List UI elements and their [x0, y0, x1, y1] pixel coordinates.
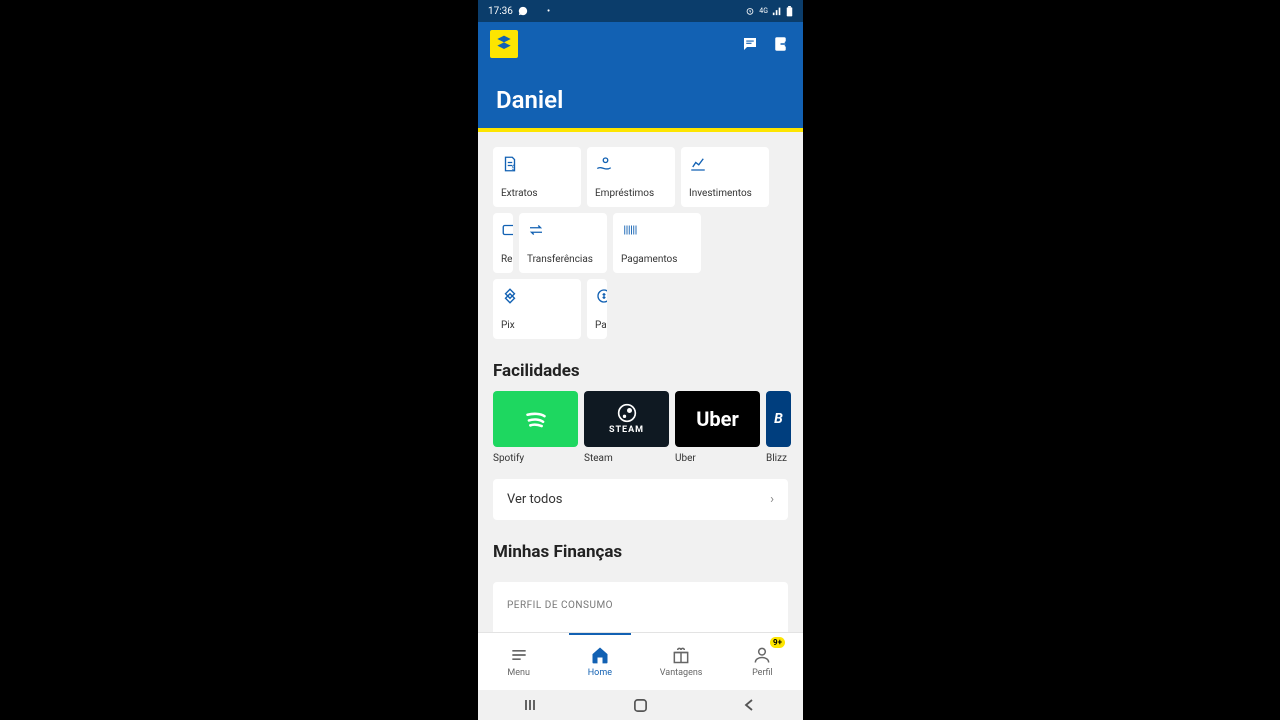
- phone-frame: 17:36 • 4G Daniel $: [478, 0, 803, 720]
- document-icon: $: [501, 155, 519, 173]
- action-label: Pa: [595, 320, 607, 331]
- financas-title: Minhas Finanças: [478, 520, 803, 572]
- status-time: 17:36: [488, 6, 513, 17]
- nav-label: Vantagens: [660, 668, 703, 678]
- steam-logo: STEAM: [584, 391, 669, 447]
- action-pagamentos[interactable]: Pagamentos: [613, 213, 701, 273]
- action-label: Empréstimos: [595, 188, 667, 199]
- bb-logo[interactable]: [490, 30, 518, 58]
- chart-line-icon: [689, 155, 707, 173]
- facilidade-spotify[interactable]: Spotify: [493, 391, 578, 464]
- perfil-consumo-card[interactable]: PERFIL DE CONSUMO: [493, 582, 788, 632]
- main-content: $ Extratos Empréstimos Investimentos Re …: [478, 132, 803, 632]
- download-icon: [533, 7, 542, 16]
- profile-icon: [752, 645, 772, 665]
- notification-badge: 9+: [770, 637, 785, 648]
- action-pacote[interactable]: Pa: [587, 279, 607, 339]
- facilidade-steam[interactable]: STEAM Steam: [584, 391, 669, 464]
- facilidade-uber[interactable]: Uber Uber: [675, 391, 760, 464]
- facilidade-label: Uber: [675, 453, 760, 464]
- network-icon: 4G: [759, 7, 768, 15]
- recents-button[interactable]: [523, 696, 541, 714]
- facilidade-label: Blizz: [766, 453, 791, 464]
- action-label: Pix: [501, 320, 573, 331]
- action-extratos[interactable]: $ Extratos: [493, 147, 581, 207]
- username-label: Daniel: [490, 86, 791, 114]
- back-button[interactable]: [740, 696, 758, 714]
- home-button[interactable]: [631, 696, 649, 714]
- action-label: Investimentos: [689, 188, 761, 199]
- status-dot: •: [547, 6, 550, 17]
- nav-menu[interactable]: Menu: [478, 633, 559, 690]
- signal-icon: [772, 6, 782, 16]
- facilidades-row: Spotify STEAM Steam Uber Uber B Blizz: [478, 391, 803, 464]
- action-label: Pagamentos: [621, 254, 693, 265]
- alarm-icon: [745, 6, 755, 16]
- menu-icon: [509, 645, 529, 665]
- battery-icon: [786, 6, 793, 17]
- action-grid: $ Extratos Empréstimos Investimentos Re …: [478, 132, 803, 339]
- chevron-right-icon: ›: [770, 492, 774, 507]
- facilidade-label: Steam: [584, 453, 669, 464]
- action-investimentos[interactable]: Investimentos: [681, 147, 769, 207]
- action-label: Extratos: [501, 188, 573, 199]
- facilidade-label: Spotify: [493, 453, 578, 464]
- nav-home[interactable]: Home: [559, 633, 640, 690]
- facilidade-blizzard[interactable]: B Blizz: [766, 391, 791, 464]
- nav-perfil[interactable]: 9+ Perfil: [722, 633, 803, 690]
- facilidades-title: Facilidades: [478, 339, 803, 391]
- action-pix[interactable]: Pix: [493, 279, 581, 339]
- action-label: Transferências: [527, 254, 599, 265]
- home-icon: [590, 645, 610, 665]
- bottom-nav: Menu Home Vantagens 9+ Perfil: [478, 632, 803, 690]
- chat-icon[interactable]: [741, 35, 759, 53]
- blizzard-logo: B: [766, 391, 791, 447]
- whatsapp-icon: [518, 6, 528, 16]
- app-header: Daniel: [478, 22, 803, 128]
- nav-label: Perfil: [752, 668, 773, 678]
- uber-logo: Uber: [675, 391, 760, 447]
- action-label: Re: [501, 254, 512, 265]
- spotify-logo: [493, 391, 578, 447]
- nav-label: Menu: [507, 668, 530, 678]
- action-transferencias[interactable]: Transferências: [519, 213, 607, 273]
- action-emprestimos[interactable]: Empréstimos: [587, 147, 675, 207]
- android-status-bar: 17:36 • 4G: [478, 0, 803, 22]
- hand-coin-icon: [595, 155, 613, 173]
- barcode-icon: [621, 221, 639, 239]
- perfil-consumo-label: PERFIL DE CONSUMO: [507, 600, 774, 611]
- dollar-icon: [595, 287, 607, 305]
- nav-vantagens[interactable]: Vantagens: [641, 633, 722, 690]
- action-recarga[interactable]: Re: [493, 213, 513, 273]
- android-nav-bar: [478, 690, 803, 720]
- logout-icon[interactable]: [773, 35, 791, 53]
- nav-label: Home: [588, 668, 612, 678]
- card-icon: [501, 221, 513, 239]
- ver-todos-label: Ver todos: [507, 492, 563, 507]
- ver-todos-button[interactable]: Ver todos ›: [493, 479, 788, 520]
- transfer-icon: [527, 221, 545, 239]
- pix-icon: [501, 287, 519, 305]
- gift-icon: [671, 645, 691, 665]
